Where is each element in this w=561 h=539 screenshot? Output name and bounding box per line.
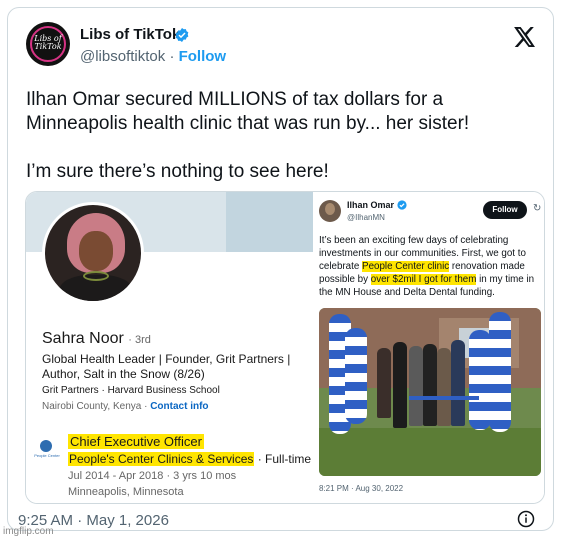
verified-badge-icon <box>175 28 189 42</box>
embedded-timestamp: 8:21 PM · Aug 30, 2022 <box>319 484 404 493</box>
linkedin-job-title: Chief Executive Officer <box>68 434 204 449</box>
author-handle[interactable]: @libsoftiktok <box>80 48 165 65</box>
embedded-tweet-text: It’s been an exciting few days of celebr… <box>319 235 535 298</box>
embedded-avatar <box>319 200 341 222</box>
linkedin-name: Sahra Noor · 3rd <box>42 330 151 347</box>
tweet-text: Ilhan Omar secured MILLIONS of tax dolla… <box>26 88 546 184</box>
linkedin-degree: · 3rd <box>128 334 151 346</box>
linkedin-city: Minneapolis, Minnesota <box>68 486 184 498</box>
people-center-logo: People Center <box>30 440 62 462</box>
tweet-line-3: I’m sure there’s nothing to see here! <box>26 161 329 182</box>
embedded-tweet-screenshot: Ilhan Omar @IlhanMN Follow ↻ It’s been a… <box>313 192 544 503</box>
linkedin-headline: Global Health Leader | Founder, Grit Par… <box>42 352 291 381</box>
author-handle-row: @libsoftiktok · Follow <box>80 48 226 65</box>
linkedin-companies: Grit Partners · Harvard Business School <box>42 385 220 396</box>
embedded-author-name: Ilhan Omar <box>347 200 395 210</box>
linkedin-dates: Jul 2014 - Apr 2018 · 3 yrs 10 mos <box>68 470 237 482</box>
tweet-line-2: Minneapolis health clinic that was run b… <box>26 113 470 134</box>
linkedin-profile-photo <box>42 202 144 304</box>
tweet-line-1: Ilhan Omar secured MILLIONS of tax dolla… <box>26 89 444 110</box>
linkedin-org: People's Center Clinics & Services · Ful… <box>68 452 312 466</box>
follow-button[interactable]: Follow <box>179 48 227 65</box>
embedded-verified-icon <box>397 200 407 210</box>
avatar-logo-text: Libs of TikTok <box>34 34 62 51</box>
embedded-handle: @IlhanMN <box>347 213 385 222</box>
tweet-media-image[interactable]: Sahra Noor · 3rd Global Health Leader | … <box>25 191 545 504</box>
handle-separator: · <box>169 48 175 65</box>
author-avatar[interactable]: Libs of TikTok <box>26 22 70 66</box>
linkedin-contact-info: Contact info <box>150 401 209 412</box>
imgflip-watermark: imgflip.com <box>3 526 54 537</box>
embedded-follow-button: Follow <box>483 201 527 219</box>
linkedin-location: Nairobi County, Kenya · Contact info <box>42 401 209 412</box>
tweet-card: Libs of TikTok Libs of TikTok @libsoftik… <box>7 7 554 531</box>
refresh-icon: ↻ <box>533 203 542 214</box>
info-icon[interactable] <box>517 510 535 528</box>
author-name[interactable]: Libs of TikTok <box>80 26 180 43</box>
ribbon-cutting-photo <box>319 308 541 476</box>
x-logo-icon[interactable] <box>514 27 536 47</box>
linkedin-profile-screenshot: Sahra Noor · 3rd Global Health Leader | … <box>26 192 313 503</box>
